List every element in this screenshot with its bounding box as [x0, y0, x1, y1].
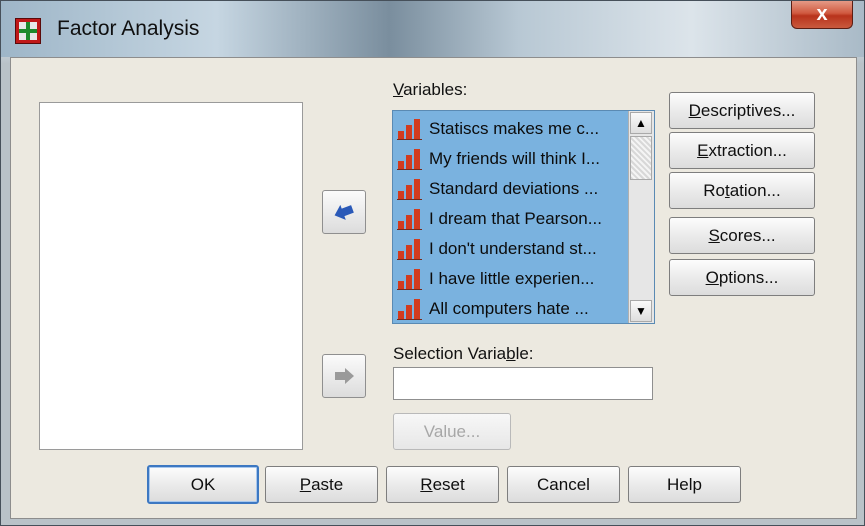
- scale-variable-icon: [397, 268, 422, 290]
- scale-variable-icon: [397, 208, 422, 230]
- scroll-thumb[interactable]: [630, 136, 652, 180]
- variable-name: Statiscs makes me c...: [429, 118, 600, 138]
- list-item[interactable]: I dream that Pearson...: [397, 205, 621, 232]
- variable-name: I have little experien...: [429, 268, 595, 288]
- scroll-up-icon[interactable]: ▲: [630, 112, 652, 134]
- list-item[interactable]: All computers hate ...: [397, 295, 621, 322]
- variables-label: Variables:: [393, 80, 468, 99]
- title-bar[interactable]: Factor Analysis x: [1, 1, 864, 57]
- spss-factor-icon: [15, 18, 41, 44]
- reset-button[interactable]: Reset: [386, 466, 499, 503]
- rotation-button[interactable]: Ro t ation...: [669, 172, 815, 209]
- help-button[interactable]: Help: [628, 466, 741, 503]
- variable-name: All computers hate ...: [429, 298, 589, 318]
- move-to-variables-button[interactable]: [322, 190, 366, 234]
- list-item[interactable]: Statiscs makes me c...: [397, 115, 621, 142]
- source-variable-list[interactable]: [39, 102, 303, 450]
- arrow-right-icon: [335, 368, 354, 384]
- scores-button[interactable]: Scores...: [669, 217, 815, 254]
- variable-name: I dream that Pearson...: [429, 208, 602, 228]
- list-item[interactable]: My friends will think I...: [397, 145, 621, 172]
- move-to-selection-button[interactable]: [322, 354, 366, 398]
- dialog-body: Variables: Statiscs makes me c... My fri…: [10, 57, 857, 519]
- list-item[interactable]: I don't understand st...: [397, 235, 621, 262]
- scale-variable-icon: [397, 298, 422, 320]
- window-title: Factor Analysis: [57, 17, 200, 40]
- paste-button[interactable]: Paste: [265, 466, 378, 503]
- variable-name: Standard deviations ...: [429, 178, 599, 198]
- factor-analysis-dialog: Factor Analysis x Variables: Statiscs ma…: [0, 0, 865, 526]
- selection-variable-field[interactable]: [393, 367, 653, 400]
- value-button[interactable]: Value...: [393, 413, 511, 450]
- list-item[interactable]: I have little experien...: [397, 265, 621, 292]
- scale-variable-icon: [397, 178, 422, 200]
- options-button[interactable]: Options...: [669, 259, 815, 296]
- selection-variable-label: Selection Variable:: [393, 344, 534, 363]
- descriptives-button[interactable]: Descriptives...: [669, 92, 815, 129]
- vertical-scrollbar[interactable]: ▲ ▼: [628, 111, 654, 323]
- variable-name: My friends will think I...: [429, 148, 600, 168]
- scroll-down-icon[interactable]: ▼: [630, 300, 652, 322]
- ok-button[interactable]: OK: [147, 465, 259, 504]
- list-item[interactable]: Standard deviations ...: [397, 175, 621, 202]
- scale-variable-icon: [397, 238, 422, 260]
- variable-name: I don't understand st...: [429, 238, 597, 258]
- cancel-button[interactable]: Cancel: [507, 466, 620, 503]
- extraction-button[interactable]: Extraction...: [669, 132, 815, 169]
- variables-list[interactable]: Statiscs makes me c... My friends will t…: [392, 110, 655, 324]
- close-button[interactable]: x: [791, 1, 853, 29]
- arrow-left-icon: [334, 204, 354, 220]
- scale-variable-icon: [397, 118, 422, 140]
- scale-variable-icon: [397, 148, 422, 170]
